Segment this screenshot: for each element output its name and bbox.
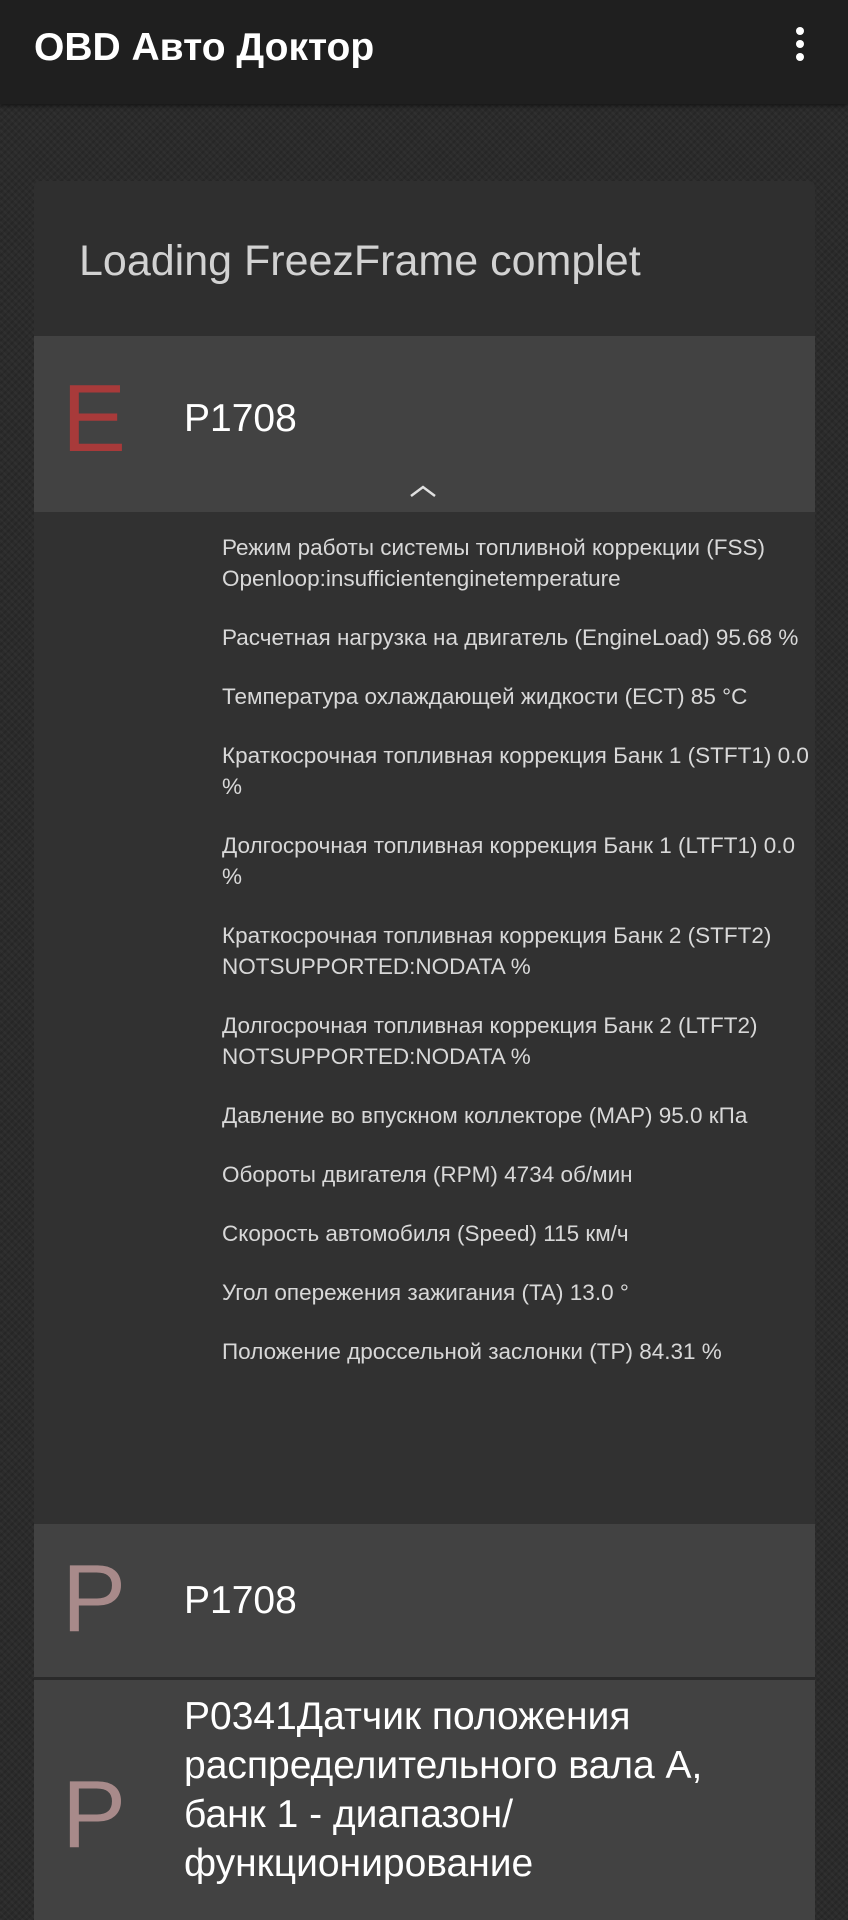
detail-ltft2: Долгосрочная топливная коррекция Банк 2 … <box>222 1013 758 1069</box>
detail-stft2: Краткосрочная топливная коррекция Банк 2… <box>222 923 772 979</box>
app-title: OBD Авто Доктор <box>34 26 375 69</box>
more-vert-icon[interactable] <box>776 20 824 68</box>
dtc-code: P1708 <box>184 397 297 440</box>
detail-stft1: Краткосрочная топливная коррекция Банк 1… <box>222 743 809 799</box>
dtc-header-p1708-error[interactable]: E P1708 <box>34 336 815 512</box>
dtc-code: P1708 <box>184 1579 297 1622</box>
freeze-frame-details: Режим работы системы топливной коррекции… <box>34 512 815 1699</box>
detail-fuel-system-status: Режим работы системы топливной коррекции… <box>222 535 765 591</box>
app-bar: OBD Авто Доктор <box>0 0 848 104</box>
dtc-type-letter: E <box>61 365 127 472</box>
detail-throttle-position: Положение дроссельной заслонки (TP) 84.3… <box>222 1339 722 1364</box>
detail-engine-load: Расчетная нагрузка на двигатель (EngineL… <box>222 625 799 650</box>
dtc-header-p1708-pending[interactable]: P P1708 <box>34 1524 815 1677</box>
dtc-type-letter: P <box>61 1761 127 1868</box>
detail-coolant-temp: Температура охлаждающей жидкости (ECT) 8… <box>222 684 748 709</box>
freeze-frame-list: Режим работы системы топливной коррекции… <box>222 532 812 1395</box>
detail-rpm: Обороты двигателя (RPM) 4734 об/мин <box>222 1162 633 1187</box>
status-message: Loading FreezFrame complet <box>79 237 641 285</box>
menu-dot <box>796 27 804 35</box>
dtc-code: P0341Датчик положения распределительного… <box>184 1695 703 1885</box>
dtc-header-p0341[interactable]: P P0341Датчик положения распределительно… <box>34 1680 815 1920</box>
detail-speed: Скорость автомобиля (Speed) 115 км/ч <box>222 1221 629 1246</box>
freeze-frame-card: Loading FreezFrame complet E P1708 Режим… <box>34 181 815 1920</box>
detail-map: Давление во впускном коллекторе (MAP) 95… <box>222 1103 748 1128</box>
menu-dot <box>796 40 804 48</box>
chevron-up-icon[interactable] <box>409 484 437 498</box>
detail-ltft1: Долгосрочная топливная коррекция Банк 1 … <box>222 833 796 889</box>
menu-dot <box>796 53 804 61</box>
detail-timing-advance: Угол опережения зажигания (TA) 13.0 ° <box>222 1280 629 1305</box>
dtc-type-letter: P <box>61 1545 127 1652</box>
